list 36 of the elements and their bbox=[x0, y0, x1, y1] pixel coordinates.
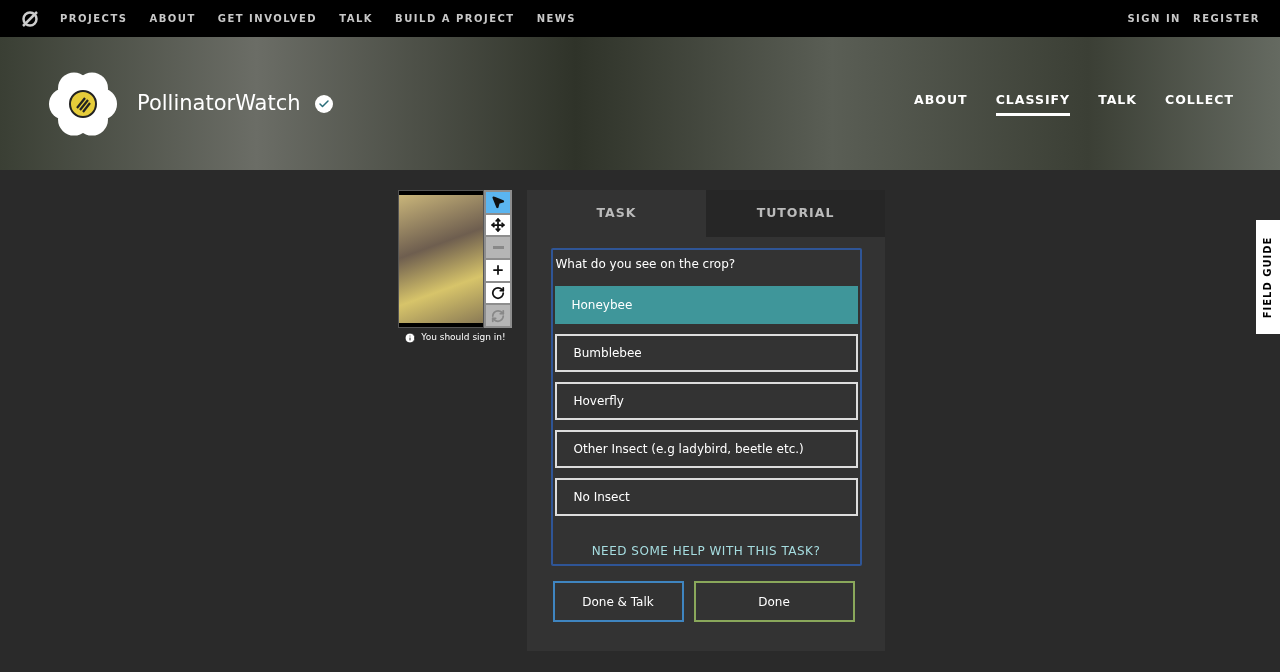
rotate-icon bbox=[491, 286, 505, 300]
done-button[interactable]: Done bbox=[693, 581, 855, 622]
nav-link[interactable]: TALK bbox=[339, 11, 374, 26]
sign-in-notice: You should sign in! bbox=[421, 331, 506, 344]
answer-option[interactable]: Bumblebee bbox=[554, 334, 858, 372]
help-link[interactable]: NEED SOME HELP WITH THIS TASK? bbox=[554, 542, 858, 560]
project-nav-link[interactable]: COLLECT bbox=[1165, 91, 1234, 116]
pointer-icon bbox=[491, 195, 505, 210]
nav-link[interactable]: PROJECTS bbox=[60, 11, 128, 26]
nav-link[interactable]: GET INVOLVED bbox=[217, 11, 318, 26]
tool-button[interactable] bbox=[486, 260, 510, 281]
logo-icon[interactable] bbox=[20, 8, 40, 29]
answer-option[interactable]: No Insect bbox=[554, 478, 858, 516]
project-nav-link[interactable]: CLASSIFY bbox=[995, 91, 1071, 116]
tool-button[interactable] bbox=[486, 192, 510, 213]
project-nav-link[interactable]: TALK bbox=[1098, 91, 1137, 116]
refresh-icon bbox=[491, 308, 505, 323]
minus-icon bbox=[492, 246, 504, 250]
answer-option[interactable]: Hoverfly bbox=[554, 382, 858, 420]
nav-link[interactable]: BUILD A PROJECT bbox=[395, 11, 515, 26]
panel-tab[interactable]: TUTORIAL bbox=[706, 190, 885, 237]
done-and-talk-button[interactable]: Done & Talk bbox=[552, 581, 684, 622]
nav-link[interactable]: NEWS bbox=[536, 11, 577, 26]
project-title: PollinatorWatch bbox=[137, 89, 301, 117]
nav-link[interactable]: ABOUT bbox=[149, 11, 196, 26]
field-guide-tab[interactable]: FIELD GUIDE bbox=[1256, 220, 1280, 334]
tool-button[interactable] bbox=[486, 282, 510, 304]
account-link[interactable]: REGISTER bbox=[1193, 11, 1260, 26]
answer-option[interactable]: Other Insect (e.g ladybird, beetle etc.) bbox=[554, 430, 858, 468]
task-question: What do you see on the crop? bbox=[555, 256, 737, 273]
info-icon bbox=[404, 331, 417, 344]
tool-button[interactable] bbox=[486, 214, 510, 236]
account-link[interactable]: SIGN IN bbox=[1127, 11, 1181, 26]
plus-icon bbox=[491, 263, 505, 278]
project-nav-link[interactable]: ABOUT bbox=[914, 91, 968, 116]
move-icon bbox=[491, 218, 505, 232]
